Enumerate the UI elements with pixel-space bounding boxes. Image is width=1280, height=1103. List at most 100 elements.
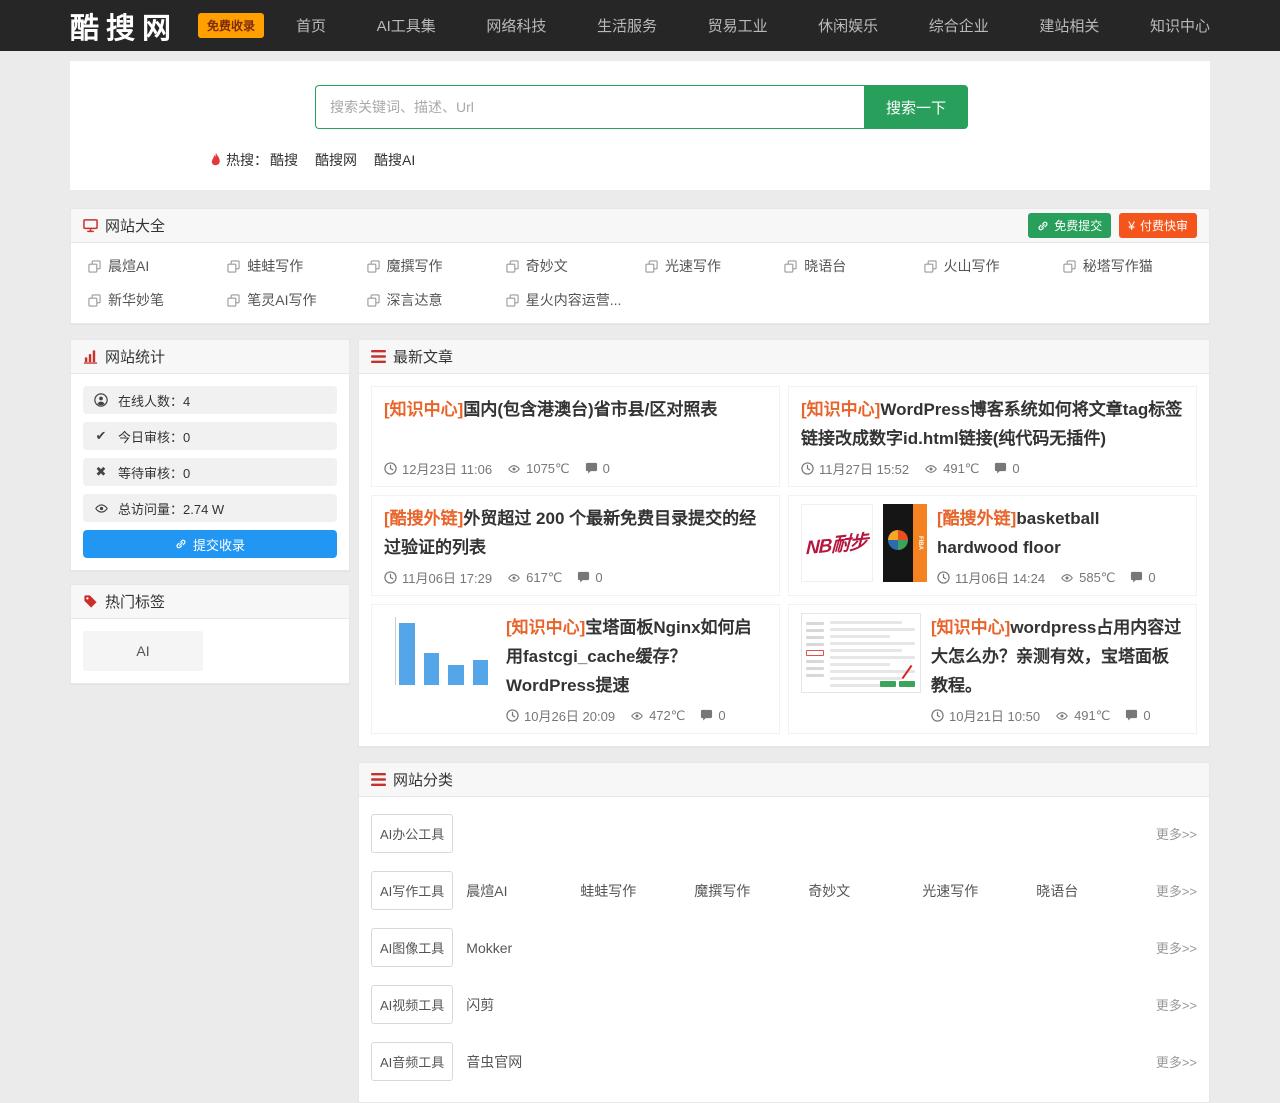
nav-item-home[interactable]: 首页: [296, 15, 326, 36]
article-item[interactable]: [知识中心]国内(包含港澳台)省市县/区对照表 12月23日 11:06 107…: [371, 386, 780, 487]
nav-item-life-service[interactable]: 生活服务: [597, 15, 657, 36]
site-link[interactable]: 蛙蛙写作: [222, 256, 361, 276]
category-site-link[interactable]: 蛙蛙写作: [580, 881, 694, 901]
more-link[interactable]: 更多>>: [1156, 824, 1197, 843]
free-submit-label: 免费提交: [1054, 217, 1102, 234]
x-icon: ✖: [93, 464, 109, 480]
comment-icon: [577, 571, 590, 584]
hot-search-link[interactable]: 酷搜AI: [374, 150, 415, 170]
free-submit-badge[interactable]: 免费收录: [198, 13, 264, 38]
site-categories-title: 网站分类: [393, 769, 453, 790]
monitor-icon: [83, 218, 98, 233]
article-category[interactable]: [知识中心]: [931, 618, 1010, 637]
article-item[interactable]: [知识中心]宝塔面板Nginx如何启用fastcgi_cache缓存？WordP…: [371, 604, 780, 734]
submit-site-button[interactable]: 提交收录: [83, 530, 337, 558]
category-site-link[interactable]: 晓语台: [1036, 881, 1150, 901]
category-site-link[interactable]: 闪剪: [466, 995, 580, 1015]
site-link[interactable]: 晓语台: [779, 256, 918, 276]
top-navbar: 酷搜网 免费收录 首页 AI工具集 网络科技 生活服务 贸易工业 休闲娱乐 综合…: [0, 0, 1280, 51]
nav-item-ai-tools[interactable]: AI工具集: [377, 15, 436, 36]
category-links: 闪剪: [466, 995, 1156, 1015]
site-link[interactable]: 奇妙文: [501, 256, 640, 276]
category-site-link[interactable]: 奇妙文: [808, 881, 922, 901]
site-link[interactable]: 光速写作: [640, 256, 779, 276]
category-links: 音虫官网: [466, 1052, 1156, 1072]
article-thumbnail-fiba-basketball: FIBA: [883, 504, 927, 582]
article-category[interactable]: [酷搜外链]: [937, 509, 1016, 528]
nav-item-site-building[interactable]: 建站相关: [1039, 15, 1099, 36]
article-title[interactable]: [知识中心]WordPress博客系统如何将文章tag标签链接改成数字id.ht…: [801, 395, 1184, 453]
category-site-link[interactable]: Mokker: [466, 940, 580, 956]
article-meta: 10月26日 20:09 472℃ 0: [506, 700, 767, 725]
article-title[interactable]: [酷搜外链]外贸超过 200 个最新免费目录提交的经过验证的列表: [384, 504, 767, 562]
stat-total-visits: 总访问量：2.74 W: [83, 494, 337, 522]
basketball-logo: [888, 530, 908, 550]
copy-icon: [367, 294, 380, 307]
free-submit-button[interactable]: 免费提交: [1028, 213, 1111, 238]
nav-item-trade-industry[interactable]: 贸易工业: [708, 15, 768, 36]
category-button-ai-audio[interactable]: AI音频工具: [371, 1042, 453, 1081]
category-row: AI写作工具 晨煊AI 蛙蛙写作 魔撰写作 奇妙文 光速写作 晓语台 更多>>: [371, 862, 1197, 919]
nav-item-network-tech[interactable]: 网络科技: [486, 15, 546, 36]
hot-tags-title: 热门标签: [105, 591, 165, 612]
category-button-ai-image[interactable]: AI图像工具: [371, 928, 453, 967]
article-category[interactable]: [知识中心]: [801, 400, 880, 419]
more-link[interactable]: 更多>>: [1156, 938, 1197, 957]
article-item[interactable]: [酷搜外链]外贸超过 200 个最新免费目录提交的经过验证的列表 11月06日 …: [371, 495, 780, 596]
category-button-ai-video[interactable]: AI视频工具: [371, 985, 453, 1024]
search-input[interactable]: [315, 85, 864, 129]
site-link[interactable]: 火山写作: [919, 256, 1058, 276]
comment-icon: [994, 462, 1007, 475]
more-link[interactable]: 更多>>: [1156, 881, 1197, 900]
article-title[interactable]: [酷搜外链]basketball hardwood floor: [937, 504, 1184, 562]
paid-review-button[interactable]: ¥ 付费快审: [1119, 213, 1197, 238]
clock-icon: [384, 462, 397, 475]
category-site-link[interactable]: 晨煊AI: [466, 881, 580, 901]
stats-title: 网站统计: [105, 346, 165, 367]
comment-icon: [700, 709, 713, 722]
article-meta: 11月06日 17:29 617℃ 0: [384, 562, 767, 587]
article-title[interactable]: [知识中心]宝塔面板Nginx如何启用fastcgi_cache缓存？WordP…: [506, 613, 767, 700]
hot-search-link[interactable]: 酷搜: [270, 150, 298, 170]
site-logo[interactable]: 酷搜网: [70, 5, 178, 47]
nav-item-knowledge[interactable]: 知识中心: [1150, 15, 1210, 36]
category-button-ai-writing[interactable]: AI写作工具: [371, 871, 453, 910]
site-link[interactable]: 秘塔写作猫: [1058, 256, 1197, 276]
article-meta: 11月06日 14:24 585℃ 0: [937, 562, 1184, 587]
article-item[interactable]: [知识中心]wordpress占用内容过大怎么办？亲测有效，宝塔面板教程。 10…: [788, 604, 1197, 734]
nav-item-entertainment[interactable]: 休闲娱乐: [818, 15, 878, 36]
site-link[interactable]: 深言达意: [362, 290, 501, 310]
article-title[interactable]: [知识中心]国内(包含港澳台)省市县/区对照表: [384, 395, 767, 424]
main-menu: 首页 AI工具集 网络科技 生活服务 贸易工业 休闲娱乐 综合企业 建站相关 知…: [296, 15, 1210, 36]
category-site-link[interactable]: 光速写作: [922, 881, 1036, 901]
search-button[interactable]: 搜索一下: [864, 85, 968, 129]
category-button-ai-office[interactable]: AI办公工具: [371, 814, 453, 853]
site-link[interactable]: 星火内容运营...: [501, 290, 640, 310]
copy-icon: [367, 260, 380, 273]
category-links: Mokker: [466, 940, 1156, 956]
site-stats-card: 网站统计 在线人数：4 ✔ 今日审核：0 ✖ 等待审: [70, 339, 350, 571]
sidebar: 网站统计 在线人数：4 ✔ 今日审核：0 ✖ 等待审: [70, 339, 350, 684]
site-link[interactable]: 晨煊AI: [83, 256, 222, 276]
article-title[interactable]: [知识中心]wordpress占用内容过大怎么办？亲测有效，宝塔面板教程。: [931, 613, 1184, 700]
category-site-link[interactable]: 音虫官网: [466, 1052, 580, 1072]
site-link[interactable]: 笔灵AI写作: [222, 290, 361, 310]
site-link[interactable]: 新华妙笔: [83, 290, 222, 310]
article-category[interactable]: [知识中心]: [506, 618, 585, 637]
article-category[interactable]: [知识中心]: [384, 400, 463, 419]
hot-search-link[interactable]: 酷搜网: [315, 150, 357, 170]
article-item[interactable]: NB耐步 FIBA [酷搜外链]basketball hardwood floo…: [788, 495, 1197, 596]
hot-search-label: 热搜：: [226, 150, 268, 170]
article-meta: 12月23日 11:06 1075℃ 0: [384, 453, 767, 478]
site-link[interactable]: 魔撰写作: [362, 256, 501, 276]
nav-item-enterprise[interactable]: 综合企业: [929, 15, 989, 36]
category-site-link[interactable]: 魔撰写作: [694, 881, 808, 901]
user-icon: [93, 393, 109, 407]
more-link[interactable]: 更多>>: [1156, 995, 1197, 1014]
comment-icon: [1130, 571, 1143, 584]
more-link[interactable]: 更多>>: [1156, 1052, 1197, 1071]
tag-link-ai[interactable]: AI: [83, 631, 203, 671]
article-category[interactable]: [酷搜外链]: [384, 509, 463, 528]
article-item[interactable]: [知识中心]WordPress博客系统如何将文章tag标签链接改成数字id.ht…: [788, 386, 1197, 487]
eye-icon: [1060, 572, 1074, 584]
